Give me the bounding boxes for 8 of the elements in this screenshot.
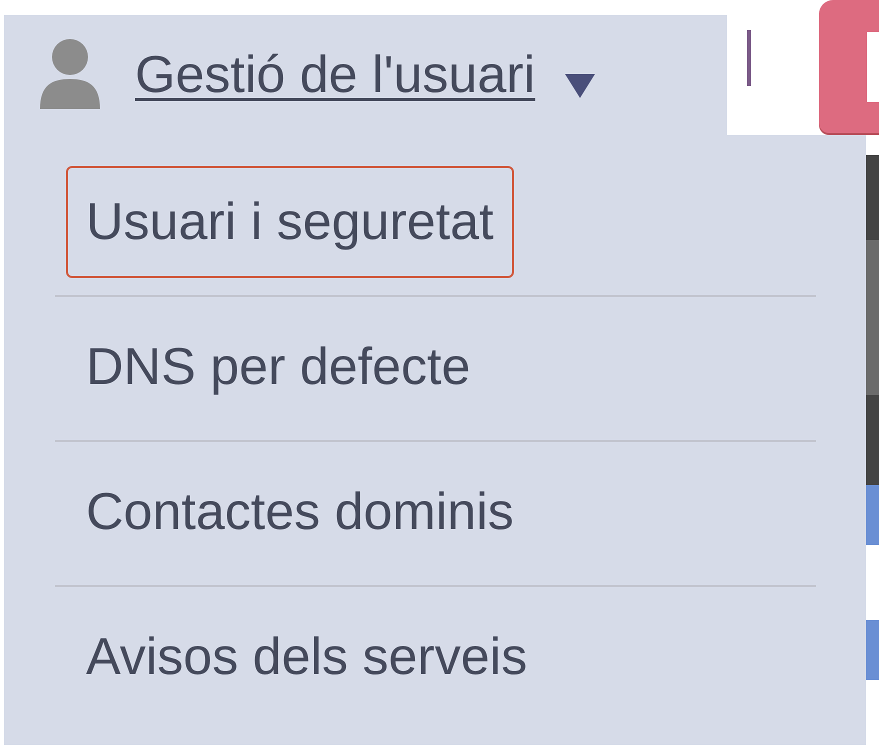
menu-item[interactable]: Avisos dels serveis xyxy=(66,601,548,713)
menu-item[interactable]: DNS per defecte xyxy=(66,311,490,423)
toolbar-button[interactable] xyxy=(819,0,879,133)
separator-bar xyxy=(747,30,751,86)
menu-item[interactable]: Contactes dominis xyxy=(66,456,534,568)
caret-icon xyxy=(565,74,596,98)
user-menu-link[interactable]: Gestió de l'usuari xyxy=(135,45,536,105)
menu-item[interactable]: Usuari i seguretat xyxy=(66,166,514,278)
